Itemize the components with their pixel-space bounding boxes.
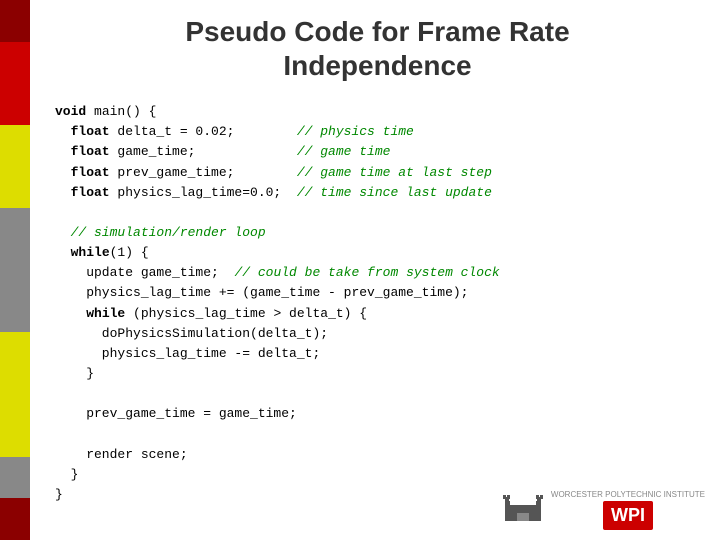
color-segment-13 <box>0 498 30 540</box>
code-line-17 <box>55 424 700 444</box>
code-line-10: physics_lag_time += (game_time - prev_ga… <box>55 283 700 303</box>
wpi-logo-container: WORCESTER POLYTECHNIC INSTITUTE WPI <box>551 490 705 530</box>
code-line-8: while(1) { <box>55 243 700 263</box>
color-segment-2 <box>0 42 30 84</box>
color-segment-6 <box>0 208 30 250</box>
color-segment-7 <box>0 249 30 291</box>
code-line-19: } <box>55 465 700 485</box>
code-line-16: prev_game_time = game_time; <box>55 404 700 424</box>
code-line-1: void main() { <box>55 102 700 122</box>
code-line-5: float physics_lag_time=0.0; // time sinc… <box>55 183 700 203</box>
code-block: void main() { float delta_t = 0.02; // p… <box>55 102 700 505</box>
code-line-3: float game_time; // game time <box>55 142 700 162</box>
code-line-14: } <box>55 364 700 384</box>
color-segment-4 <box>0 125 30 167</box>
color-segment-10 <box>0 374 30 416</box>
code-line-4: float prev_game_time; // game time at la… <box>55 163 700 183</box>
code-line-9: update game_time; // could be take from … <box>55 263 700 283</box>
castle-icon <box>503 493 543 528</box>
color-segment-9 <box>0 332 30 374</box>
color-segment-5 <box>0 166 30 208</box>
code-line-2: float delta_t = 0.02; // physics time <box>55 122 700 142</box>
color-bar <box>0 0 30 540</box>
keyword-void: void <box>55 104 86 119</box>
code-line-11: while (physics_lag_time > delta_t) { <box>55 304 700 324</box>
code-line-6 <box>55 203 700 223</box>
code-line-12: doPhysicsSimulation(delta_t); <box>55 324 700 344</box>
color-segment-1 <box>0 0 30 42</box>
logo-area: WORCESTER POLYTECHNIC INSTITUTE WPI <box>503 490 705 530</box>
main-content: Pseudo Code for Frame Rate Independence … <box>35 0 720 515</box>
code-line-15 <box>55 384 700 404</box>
page-title: Pseudo Code for Frame Rate Independence <box>55 15 700 82</box>
title-line1: Pseudo Code for Frame Rate <box>185 16 569 47</box>
color-segment-11 <box>0 415 30 457</box>
title-line2: Independence <box>283 50 471 81</box>
color-segment-8 <box>0 291 30 333</box>
code-line-7: // simulation/render loop <box>55 223 700 243</box>
code-line-13: physics_lag_time -= delta_t; <box>55 344 700 364</box>
wpi-tagline: WORCESTER POLYTECHNIC INSTITUTE <box>551 490 705 499</box>
wpi-logo: WPI <box>603 501 653 530</box>
color-segment-3 <box>0 83 30 125</box>
color-segment-12 <box>0 457 30 499</box>
code-line-18: render scene; <box>55 445 700 465</box>
